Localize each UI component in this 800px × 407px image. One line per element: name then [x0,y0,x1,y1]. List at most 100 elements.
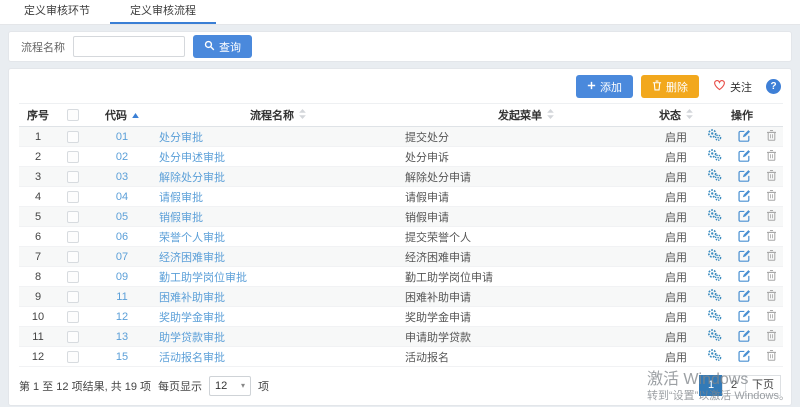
process-name-link[interactable]: 活动报名审批 [159,352,225,364]
edit-icon[interactable] [738,329,751,345]
tab-define-review-stage[interactable]: 定义审核环节 [4,0,110,24]
status-cell: 启用 [651,187,701,207]
configure-flow-icon[interactable] [707,248,722,265]
process-name-link[interactable]: 困难补助审批 [159,292,225,304]
delete-icon[interactable] [766,209,777,224]
row-checkbox[interactable] [67,311,79,323]
code-link[interactable]: 09 [116,271,128,283]
code-link[interactable]: 03 [116,171,128,183]
edit-icon[interactable] [738,129,751,145]
row-checkbox[interactable] [67,211,79,223]
edit-icon[interactable] [738,269,751,285]
row-checkbox[interactable] [67,151,79,163]
process-name-input[interactable] [73,36,185,57]
code-link[interactable]: 13 [116,331,128,343]
header-status[interactable]: 状态 [651,104,701,127]
configure-flow-icon[interactable] [707,328,722,345]
help-icon[interactable]: ? [766,79,781,94]
configure-flow-icon[interactable] [707,148,722,165]
code-link[interactable]: 02 [116,151,128,163]
delete-icon[interactable] [766,169,777,184]
code-link[interactable]: 12 [116,311,128,323]
header-menu[interactable]: 发起菜单 [401,104,651,127]
configure-flow-icon[interactable] [707,348,722,365]
delete-icon[interactable] [766,249,777,264]
delete-icon[interactable] [766,129,777,144]
follow-button[interactable]: 关注 [707,75,758,98]
configure-flow-icon[interactable] [707,128,722,145]
tab-define-review-process[interactable]: 定义审核流程 [110,0,216,24]
process-name-link[interactable]: 勤工助学岗位审批 [159,272,247,284]
row-checkbox[interactable] [67,131,79,143]
code-link[interactable]: 01 [116,131,128,143]
edit-icon[interactable] [738,309,751,325]
process-name-link[interactable]: 处分审批 [159,132,203,144]
delete-icon[interactable] [766,329,777,344]
code-link[interactable]: 07 [116,251,128,263]
page-button-1[interactable]: 1 [699,375,723,396]
next-page-button[interactable]: 下页 [745,375,781,396]
row-checkbox[interactable] [67,231,79,243]
code-link[interactable]: 11 [116,291,127,303]
edit-icon[interactable] [738,349,751,365]
header-name[interactable]: 流程名称 [155,104,401,127]
row-checkbox[interactable] [67,271,79,283]
search-icon [204,40,215,54]
process-name-link[interactable]: 处分申述审批 [159,152,225,164]
query-button[interactable]: 查询 [193,35,252,58]
configure-flow-icon[interactable] [707,188,722,205]
edit-icon[interactable] [738,229,751,245]
configure-flow-icon[interactable] [707,168,722,185]
add-button-label: 添加 [600,79,622,95]
edit-icon[interactable] [738,209,751,225]
code-link[interactable]: 06 [116,231,128,243]
process-name-link[interactable]: 奖助学金审批 [159,312,225,324]
code-link[interactable]: 15 [116,351,128,363]
process-name-link[interactable]: 解除处分审批 [159,172,225,184]
process-name-link[interactable]: 荣誉个人审批 [159,232,225,244]
delete-icon[interactable] [766,149,777,164]
row-checkbox[interactable] [67,251,79,263]
row-checkbox[interactable] [67,171,79,183]
configure-flow-icon[interactable] [707,288,722,305]
header-code[interactable]: 代码 [89,104,155,127]
delete-icon[interactable] [766,289,777,304]
query-button-label: 查询 [219,39,241,55]
configure-flow-icon[interactable] [707,228,722,245]
delete-icon[interactable] [766,229,777,244]
table-header-row: 序号 代码 流程名称 [19,104,783,127]
code-link[interactable]: 05 [116,211,128,223]
chevron-down-icon: ▾ [241,381,245,390]
configure-flow-icon[interactable] [707,208,722,225]
delete-icon[interactable] [766,269,777,284]
code-link[interactable]: 04 [116,191,128,203]
select-all-checkbox[interactable] [67,109,79,121]
row-index: 11 [19,327,57,347]
table-body: 1 01 处分审批 提交处分 启用 [19,127,783,367]
row-index: 1 [19,127,57,147]
edit-icon[interactable] [738,149,751,165]
row-checkbox[interactable] [67,331,79,343]
process-name-link[interactable]: 请假审批 [159,192,203,204]
delete-button[interactable]: 删除 [641,75,699,98]
edit-icon[interactable] [738,249,751,265]
configure-flow-icon[interactable] [707,308,722,325]
row-checkbox[interactable] [67,191,79,203]
process-name-link[interactable]: 助学贷款审批 [159,332,225,344]
row-checkbox[interactable] [67,351,79,363]
add-button[interactable]: 添加 [576,75,633,98]
page-button-2[interactable]: 2 [722,375,746,396]
edit-icon[interactable] [738,169,751,185]
row-checkbox[interactable] [67,291,79,303]
process-name-link[interactable]: 销假审批 [159,212,203,224]
edit-icon[interactable] [738,289,751,305]
per-page-select[interactable]: 12 ▾ [209,376,251,396]
delete-icon[interactable] [766,309,777,324]
row-index: 3 [19,167,57,187]
configure-flow-icon[interactable] [707,268,722,285]
process-name-link[interactable]: 经济困难审批 [159,252,225,264]
edit-icon[interactable] [738,189,751,205]
status-cell: 启用 [651,347,701,367]
delete-icon[interactable] [766,189,777,204]
delete-icon[interactable] [766,349,777,364]
